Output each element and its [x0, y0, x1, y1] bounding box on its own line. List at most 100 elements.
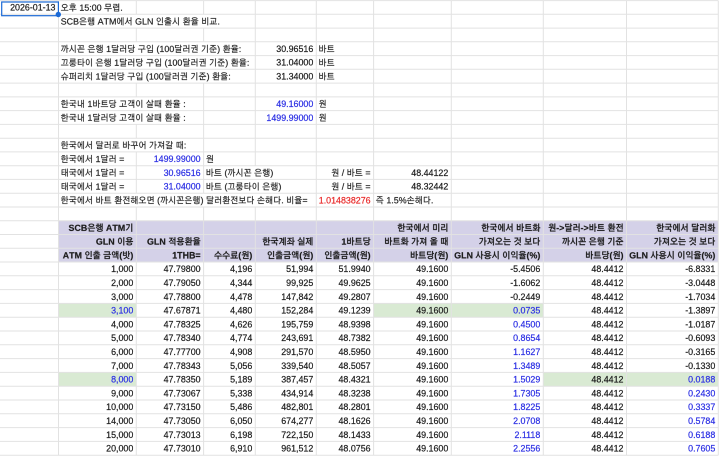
- svg-text:49.1600: 49.1600: [416, 444, 448, 454]
- svg-text:49.1600: 49.1600: [416, 388, 448, 398]
- svg-text:31.04000: 31.04000: [276, 58, 313, 68]
- svg-text:48.4412: 48.4412: [591, 388, 623, 398]
- svg-text:49.1600: 49.1600: [416, 402, 448, 412]
- svg-text:48.4412: 48.4412: [591, 430, 623, 440]
- svg-text:10,000: 10,000: [106, 402, 133, 412]
- svg-text:0.4500: 0.4500: [513, 319, 540, 329]
- svg-text:5,000: 5,000: [111, 333, 133, 343]
- svg-text:722,150: 722,150: [281, 430, 313, 440]
- svg-text:47.78340: 47.78340: [164, 333, 201, 343]
- svg-text:2.0708: 2.0708: [513, 416, 540, 426]
- svg-text:47.73150: 47.73150: [164, 402, 201, 412]
- svg-text:434,914: 434,914: [281, 388, 313, 398]
- svg-text:48.5057: 48.5057: [339, 361, 371, 371]
- svg-text:-1.7034: -1.7034: [685, 292, 715, 302]
- svg-text:2,000: 2,000: [111, 278, 133, 288]
- svg-text:49.2807: 49.2807: [339, 292, 371, 302]
- svg-text:48.4412: 48.4412: [591, 333, 623, 343]
- svg-text:4,626: 4,626: [230, 319, 252, 329]
- svg-text:4,480: 4,480: [230, 306, 252, 316]
- svg-text:387,457: 387,457: [281, 375, 313, 385]
- svg-text:1THB=: 1THB=: [172, 250, 200, 260]
- svg-text:3,000: 3,000: [111, 292, 133, 302]
- svg-text:291,570: 291,570: [281, 347, 313, 357]
- svg-text:49.1600: 49.1600: [416, 319, 448, 329]
- svg-text:48.4412: 48.4412: [591, 416, 623, 426]
- svg-text:49.1600: 49.1600: [416, 264, 448, 274]
- svg-text:48.4412: 48.4412: [591, 264, 623, 274]
- svg-text:482,801: 482,801: [281, 402, 313, 412]
- svg-text:20,000: 20,000: [106, 444, 133, 454]
- svg-text:0.7605: 0.7605: [688, 444, 715, 454]
- svg-text:195,759: 195,759: [281, 319, 313, 329]
- svg-text:1499.99000: 1499.99000: [266, 113, 313, 123]
- svg-text:48.44122: 48.44122: [411, 168, 448, 178]
- svg-text:1,000: 1,000: [111, 264, 133, 274]
- svg-text:4,196: 4,196: [230, 264, 252, 274]
- svg-text:147,842: 147,842: [281, 292, 313, 302]
- svg-text:48.4412: 48.4412: [591, 375, 623, 385]
- svg-text:0.0735: 0.0735: [513, 306, 540, 316]
- svg-text:49.1600: 49.1600: [416, 306, 448, 316]
- svg-text:48.0756: 48.0756: [339, 444, 371, 454]
- svg-text:7,000: 7,000: [111, 361, 133, 371]
- svg-text:51,994: 51,994: [286, 264, 313, 274]
- svg-text:48.1433: 48.1433: [339, 430, 371, 440]
- svg-text:-0.2449: -0.2449: [510, 292, 540, 302]
- svg-text:49.1600: 49.1600: [416, 347, 448, 357]
- svg-text:0.8654: 0.8654: [513, 333, 540, 343]
- svg-text:48.4412: 48.4412: [591, 347, 623, 357]
- svg-text:2.1118: 2.1118: [514, 430, 540, 440]
- svg-text:31.04000: 31.04000: [164, 182, 201, 192]
- svg-text:47.73067: 47.73067: [164, 388, 201, 398]
- svg-text:-1.6062: -1.6062: [510, 278, 540, 288]
- svg-text:48.4321: 48.4321: [339, 375, 371, 385]
- svg-text:48.1626: 48.1626: [339, 416, 371, 426]
- svg-text:152,284: 152,284: [281, 306, 313, 316]
- svg-text:1499.99000: 1499.99000: [154, 154, 201, 164]
- svg-text:47.73010: 47.73010: [164, 444, 201, 454]
- svg-text:5,189: 5,189: [230, 375, 252, 385]
- svg-text:0.3337: 0.3337: [688, 402, 715, 412]
- svg-text:48.7382: 48.7382: [339, 333, 371, 343]
- svg-text:6,910: 6,910: [230, 444, 252, 454]
- svg-text:1.1627: 1.1627: [513, 347, 540, 357]
- svg-text:47.67871: 47.67871: [164, 306, 201, 316]
- svg-text:0.2430: 0.2430: [688, 388, 715, 398]
- svg-text:49.1600: 49.1600: [416, 278, 448, 288]
- svg-text:1.3489: 1.3489: [513, 361, 540, 371]
- svg-text:48.2801: 48.2801: [339, 402, 371, 412]
- svg-text:47.79800: 47.79800: [164, 264, 201, 274]
- svg-text:48.32442: 48.32442: [411, 182, 448, 192]
- svg-text:49.1239: 49.1239: [339, 306, 371, 316]
- svg-text:-3.0448: -3.0448: [685, 278, 715, 288]
- svg-text:48.4412: 48.4412: [591, 292, 623, 302]
- svg-text:48.5950: 48.5950: [339, 347, 371, 357]
- svg-text:47.77700: 47.77700: [164, 347, 201, 357]
- svg-text:47.73013: 47.73013: [164, 430, 201, 440]
- svg-text:6,198: 6,198: [230, 430, 252, 440]
- svg-text:48.4412: 48.4412: [591, 306, 623, 316]
- svg-text:9,000: 9,000: [111, 388, 133, 398]
- svg-text:339,540: 339,540: [281, 361, 313, 371]
- svg-text:47.78343: 47.78343: [164, 361, 201, 371]
- svg-text:-0.6093: -0.6093: [685, 333, 715, 343]
- svg-text:51.9940: 51.9940: [339, 264, 371, 274]
- svg-text:-1.0187: -1.0187: [685, 319, 715, 329]
- svg-text:6,000: 6,000: [111, 347, 133, 357]
- svg-text:48.3238: 48.3238: [339, 388, 371, 398]
- svg-text:49.1600: 49.1600: [416, 333, 448, 343]
- svg-text:49.9625: 49.9625: [339, 278, 371, 288]
- svg-text:1.5029: 1.5029: [513, 375, 540, 385]
- svg-text:30.96516: 30.96516: [276, 44, 313, 54]
- svg-text:4,774: 4,774: [230, 333, 252, 343]
- svg-text:4,908: 4,908: [230, 347, 252, 357]
- svg-text:49.1600: 49.1600: [416, 375, 448, 385]
- svg-text:31.34000: 31.34000: [276, 72, 313, 82]
- svg-text:99,925: 99,925: [286, 278, 313, 288]
- svg-text:4,478: 4,478: [230, 292, 252, 302]
- svg-text:-5.4506: -5.4506: [510, 264, 540, 274]
- svg-text:47.78800: 47.78800: [164, 292, 201, 302]
- svg-text:14,000: 14,000: [106, 416, 133, 426]
- svg-text:0.5784: 0.5784: [688, 416, 715, 426]
